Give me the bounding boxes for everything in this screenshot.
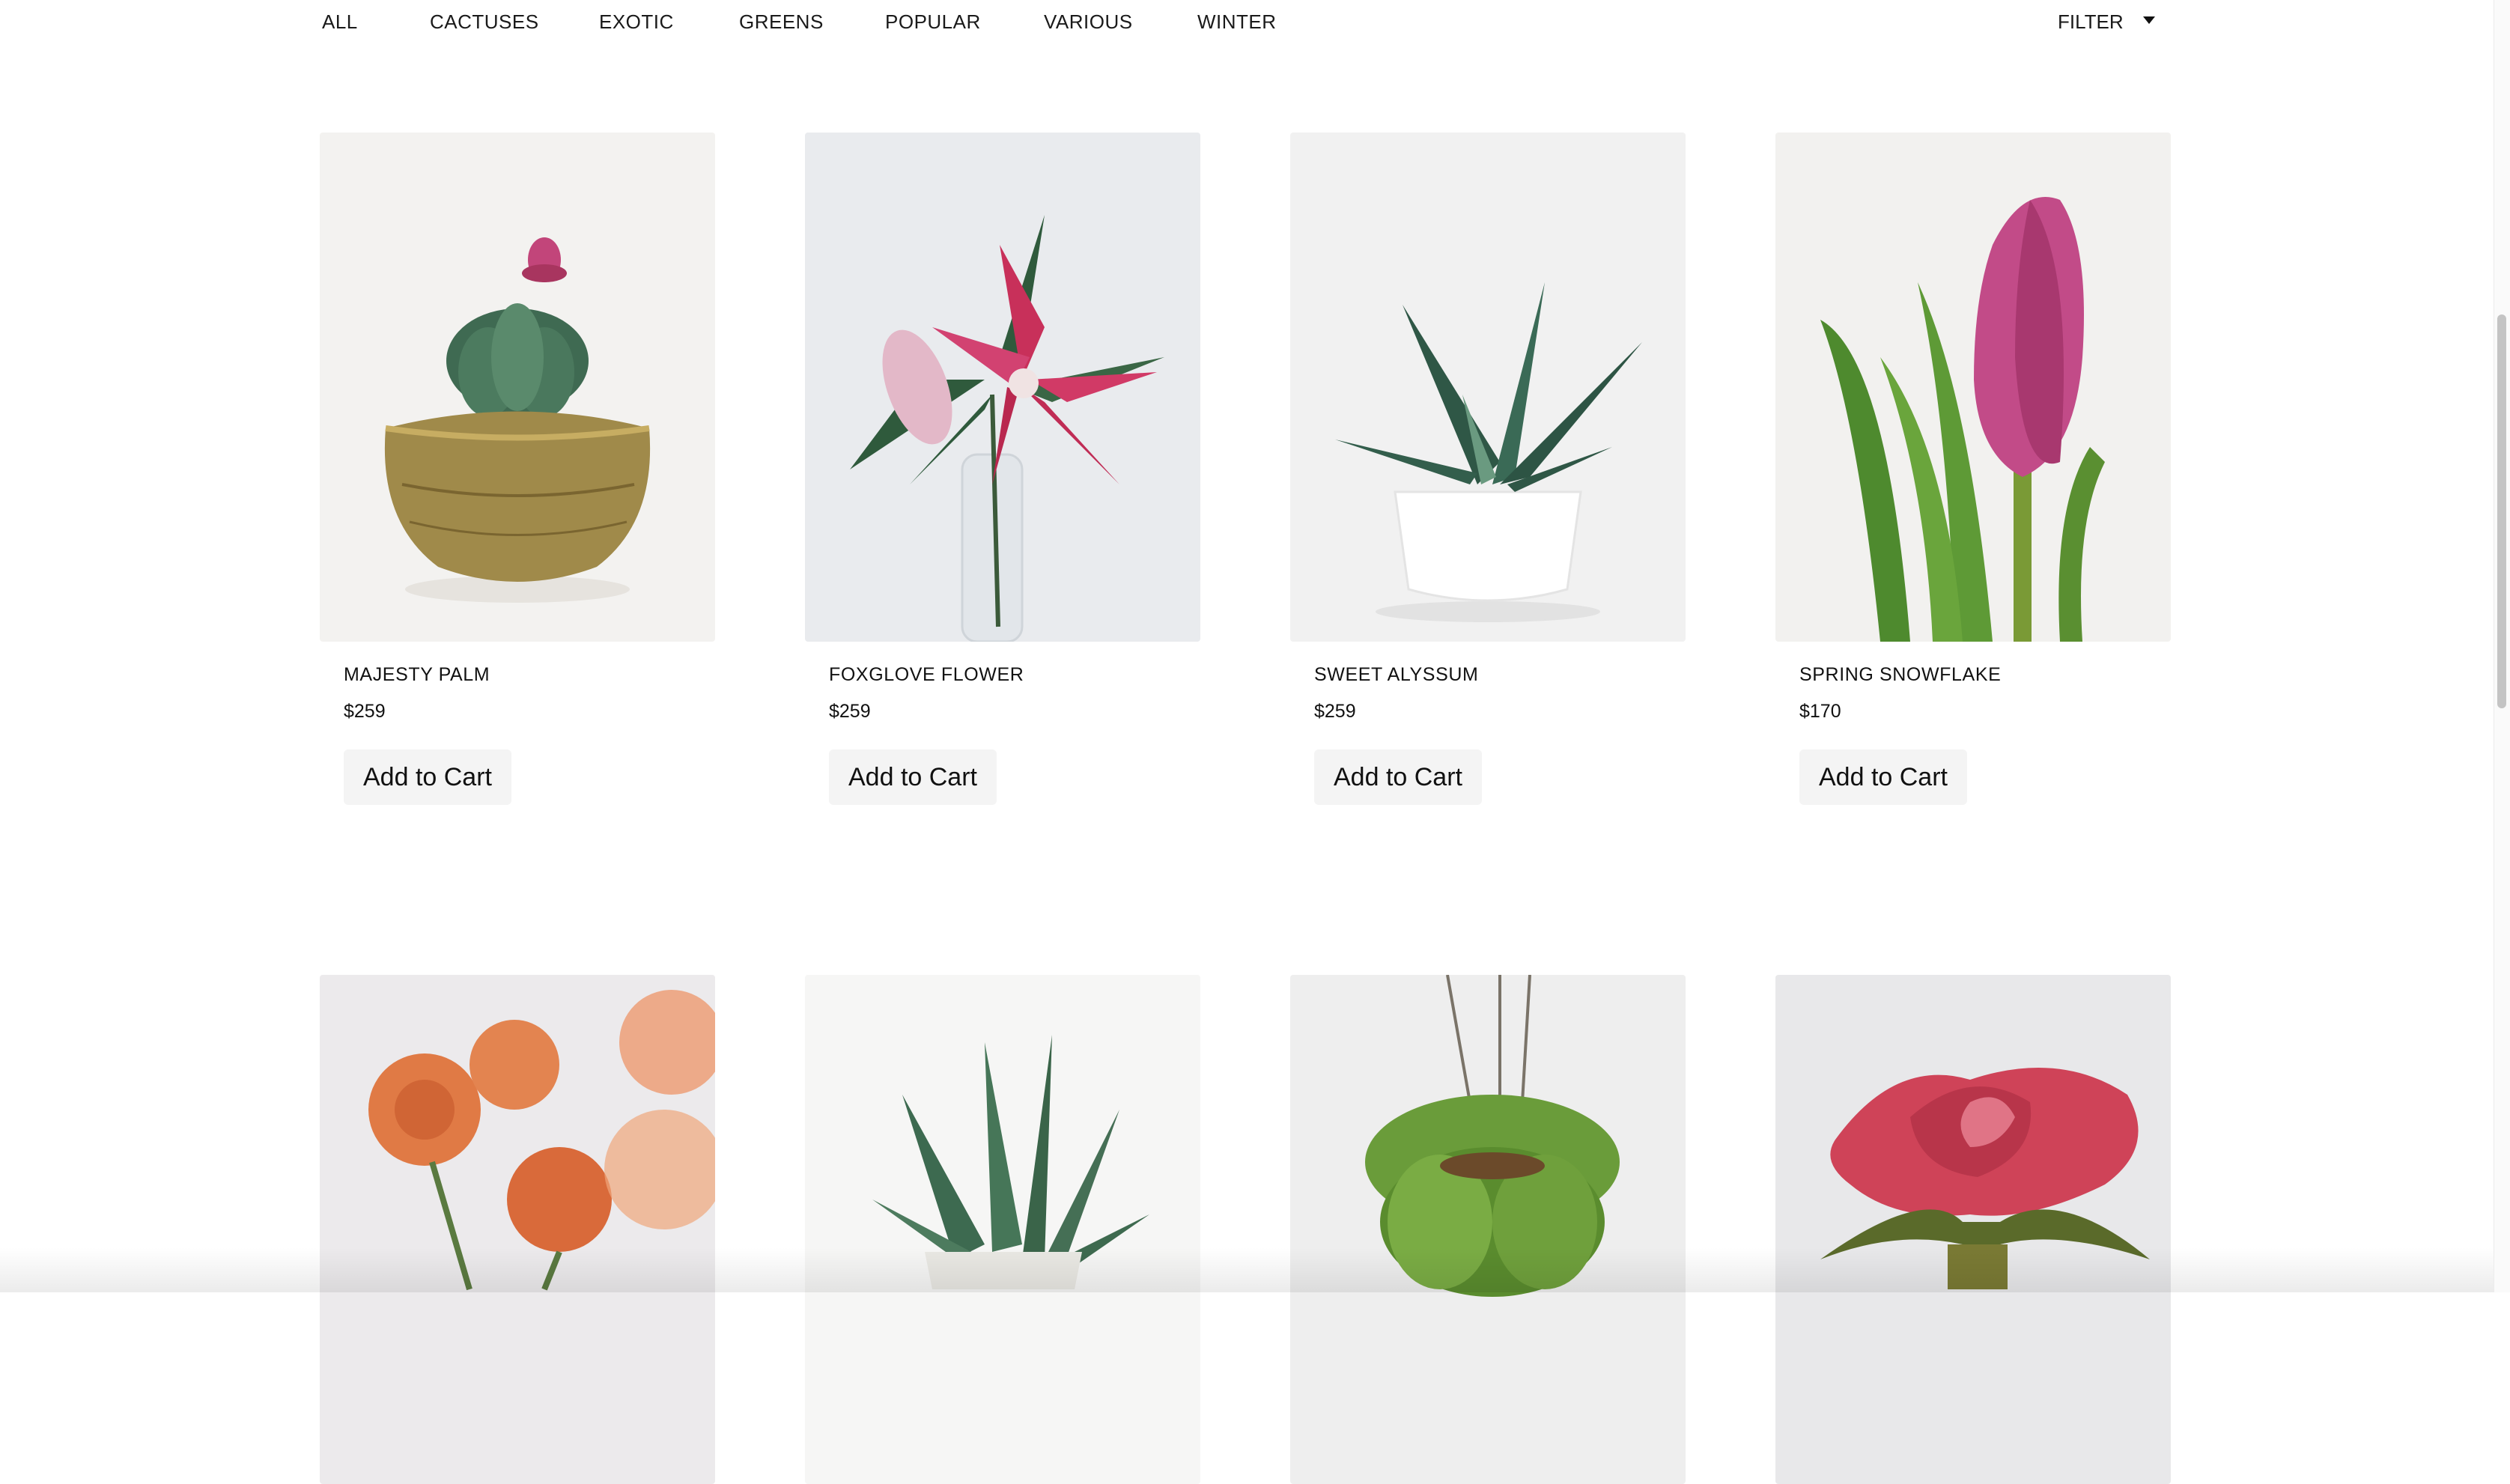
nav-tab-popular[interactable]: POPULAR [885, 10, 981, 34]
add-to-cart-button[interactable]: Add to Cart [1799, 749, 1967, 805]
aloe-plant-image[interactable] [805, 975, 1200, 1484]
nav-tab-cactuses[interactable]: CACTUSES [430, 10, 539, 34]
product-price: $259 [1314, 701, 1356, 722]
hanging-plant-image[interactable] [1290, 975, 1686, 1484]
add-to-cart-button[interactable]: Add to Cart [1314, 749, 1482, 805]
nav-tab-greens[interactable]: GREENS [739, 10, 824, 34]
red-rose-image[interactable] [1775, 975, 2171, 1484]
nav-tab-winter[interactable]: WINTER [1197, 10, 1277, 34]
product-name: SWEET ALYSSUM [1314, 664, 1479, 685]
category-nav: ALL CACTUSES EXOTIC GREENS POPULAR VARIO… [0, 0, 2494, 46]
nav-tab-exotic[interactable]: EXOTIC [599, 10, 674, 34]
succulent-pot-image[interactable] [1290, 133, 1686, 642]
product-price: $259 [829, 701, 871, 722]
caret-down-icon[interactable] [2143, 16, 2155, 24]
product-name: FOXGLOVE FLOWER [829, 664, 1024, 685]
orange-roses-image[interactable] [320, 975, 715, 1484]
product-price: $170 [1799, 701, 1841, 722]
product-name: MAJESTY PALM [344, 664, 490, 685]
nav-tab-all[interactable]: ALL [322, 10, 358, 34]
product-price: $259 [344, 701, 386, 722]
lily-flower-image[interactable] [805, 133, 1200, 642]
nav-tab-various[interactable]: VARIOUS [1044, 10, 1133, 34]
add-to-cart-button[interactable]: Add to Cart [344, 749, 511, 805]
filter-dropdown[interactable]: FILTER [2058, 10, 2124, 34]
add-to-cart-button[interactable]: Add to Cart [829, 749, 997, 805]
potted-cactus-image[interactable] [320, 133, 715, 642]
scrollbar-thumb[interactable] [2497, 314, 2506, 708]
tulip-image[interactable] [1775, 133, 2171, 642]
product-name: SPRING SNOWFLAKE [1799, 664, 2002, 685]
